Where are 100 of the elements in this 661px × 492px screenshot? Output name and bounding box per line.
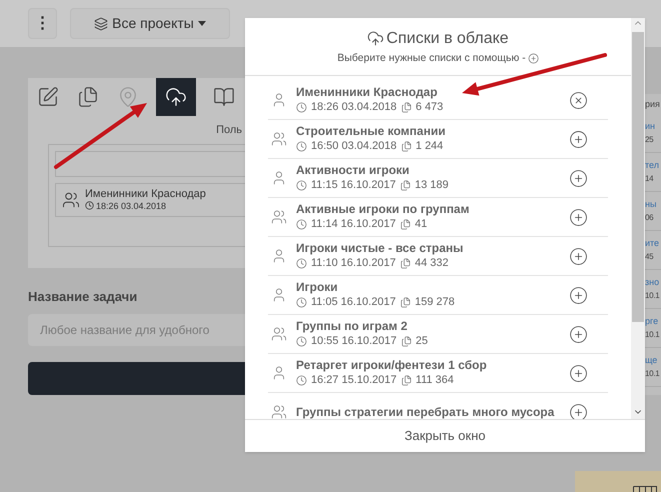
item-time: 11:14 16.10.2017 <box>311 217 396 232</box>
list-title: Именинники Краснодар <box>85 188 206 200</box>
grid-icon <box>633 486 657 492</box>
edit-icon <box>37 86 59 108</box>
users-icon <box>271 326 287 342</box>
item-title: Ретаргет игроки/фентези 1 сбор <box>296 358 488 373</box>
item-count: 41 <box>414 217 428 232</box>
row-title: рге <box>645 315 660 328</box>
row-title: ще <box>645 354 658 367</box>
item-title: Игроки чистые - все страны <box>296 241 464 256</box>
item-title: Группы стратегии перебрать много мусора <box>296 404 556 419</box>
tool-tab[interactable] <box>156 78 196 116</box>
row-title: зно <box>645 276 660 289</box>
add-button[interactable] <box>569 402 588 419</box>
cloud-list-item[interactable]: Группы по играм 2 10:55 16.10.2017 25 <box>268 315 608 354</box>
item-count: 25 <box>416 334 428 349</box>
item-time: 11:15 16.10.2017 <box>311 178 396 193</box>
list-time: 18:26 03.04.2018 <box>96 200 166 212</box>
item-title: Активности игроки <box>296 163 410 178</box>
row-title: тел <box>645 159 660 172</box>
copy-icon <box>77 86 99 108</box>
cloud-upload-icon <box>367 30 384 48</box>
panel-caption: Поль <box>216 123 242 138</box>
add-button[interactable] <box>569 130 588 148</box>
row-date: 10.1 <box>645 329 660 341</box>
users-icon <box>271 209 287 225</box>
user-icon <box>271 170 287 186</box>
files-icon <box>400 336 412 347</box>
item-time: 11:10 16.10.2017 <box>311 256 396 271</box>
item-count: 111 364 <box>416 373 454 388</box>
row-date: 06 <box>645 212 654 224</box>
row-date: 10.1 <box>645 290 660 302</box>
item-time: 16:50 03.04.2018 <box>311 139 397 154</box>
clock-icon <box>296 297 307 308</box>
row-date: 45 <box>645 251 654 263</box>
row-title: ите <box>645 237 660 250</box>
users-icon <box>271 131 287 147</box>
item-time: 16:27 15.10.2017 <box>311 373 397 388</box>
clock-icon <box>296 258 307 269</box>
files-icon <box>400 102 412 113</box>
clock-icon <box>296 102 307 113</box>
item-count: 13 189 <box>414 178 448 193</box>
cloud-list-item[interactable]: Активные игроки по группам 11:14 16.10.2017 41 <box>268 198 608 237</box>
add-button[interactable] <box>569 364 588 382</box>
column-header: рия <box>645 98 661 111</box>
item-count: 159 278 <box>414 295 455 310</box>
add-button[interactable] <box>569 208 588 226</box>
modal-subtitle: Выберите нужные списки с помощью - <box>337 50 526 66</box>
cloud-list-item[interactable]: Ретаргет игроки/фентези 1 сбор 16:27 15.10.2017 111 364 <box>268 354 608 393</box>
files-icon <box>400 297 411 308</box>
clock-icon <box>296 375 307 386</box>
item-count: 44 332 <box>414 256 448 271</box>
more-button[interactable]: ⋮ <box>28 8 57 39</box>
row-date: 14 <box>645 173 654 185</box>
files-icon <box>400 375 412 386</box>
cloud-list-item[interactable]: Активности игроки 11:15 16.10.2017 13 189 <box>268 159 608 198</box>
task-label: Название задачи <box>28 288 138 306</box>
close-window-button[interactable]: Закрыть окно <box>245 419 645 452</box>
item-time: 11:05 16.10.2017 <box>311 295 396 310</box>
layers-icon <box>94 16 108 30</box>
remove-button[interactable] <box>569 90 588 110</box>
plus-icon <box>528 53 539 64</box>
item-title: Игроки <box>296 280 339 295</box>
row-title: ин <box>645 120 656 133</box>
add-button[interactable] <box>569 168 588 188</box>
files-icon <box>400 180 411 191</box>
add-button[interactable] <box>569 324 588 344</box>
item-count: 1 244 <box>416 139 444 154</box>
clock-icon <box>296 141 307 152</box>
clock-icon <box>296 336 307 347</box>
modal-title: Списки в облаке <box>386 28 509 49</box>
clock-icon <box>296 180 307 191</box>
cloud-list-item[interactable]: Группы стратегии перебрать много мусора <box>268 393 608 419</box>
cloud-upload-icon <box>165 86 187 108</box>
cloud-list-item[interactable]: Игроки 11:05 16.10.2017 159 278 <box>268 276 608 315</box>
item-title: Активные игроки по группам <box>296 202 470 217</box>
files-icon <box>400 219 411 230</box>
map-pin-icon <box>117 86 139 108</box>
clock-icon <box>296 219 307 230</box>
cloud-list-item[interactable]: Игроки чистые - все страны 11:10 16.10.2017 44 332 <box>268 237 608 276</box>
item-time: 18:26 03.04.2018 <box>311 100 397 115</box>
caret-icon <box>198 21 206 26</box>
row-title: ны <box>645 198 658 211</box>
cloud-list-item[interactable]: Строительные компании 16:50 03.04.2018 1 244 <box>268 120 608 159</box>
item-title: Группы по играм 2 <box>296 319 408 334</box>
user-icon <box>271 365 287 381</box>
book-icon <box>213 86 235 108</box>
add-button[interactable] <box>569 246 588 266</box>
add-button[interactable] <box>569 286 588 304</box>
users-icon <box>62 190 80 208</box>
files-icon <box>400 258 411 269</box>
users-icon <box>271 404 287 419</box>
scroll-thumb[interactable] <box>632 32 644 322</box>
user-icon <box>271 287 287 303</box>
user-icon <box>271 92 287 108</box>
item-count: 6 473 <box>416 100 444 115</box>
clock-icon <box>85 201 94 210</box>
projects-dropdown[interactable]: Все проекты <box>70 8 230 39</box>
item-title: Строительные компании <box>296 124 446 139</box>
row-date: 10.1 <box>645 368 660 380</box>
